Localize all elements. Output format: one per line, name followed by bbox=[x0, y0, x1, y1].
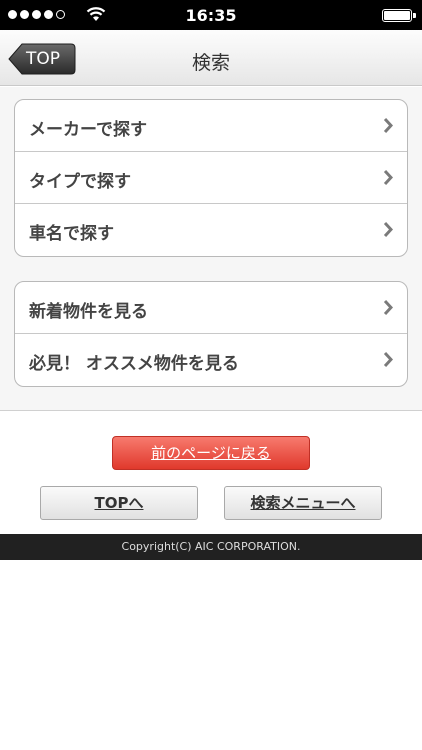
menu-item-recommended-listings[interactable]: 必見！ オススメ物件を見る bbox=[15, 334, 407, 386]
menu-item-label: 車名で探す bbox=[29, 224, 114, 244]
prev-page-button[interactable]: 前のページに戻る bbox=[112, 436, 310, 470]
status-time: 16:35 bbox=[185, 6, 237, 25]
menu-item-new-listings[interactable]: 新着物件を見る bbox=[15, 282, 407, 334]
search-menu-area: メーカーで探す タイプで探す 車名で探す 新着物件を見る 必見！ オススメ物件を… bbox=[0, 87, 422, 411]
menu-item-label: 必見！ オススメ物件を見る bbox=[29, 354, 239, 374]
menu-item-search-by-car-name[interactable]: 車名で探す bbox=[15, 204, 407, 256]
chevron-right-icon bbox=[383, 169, 393, 186]
menu-item-search-by-type[interactable]: タイプで探す bbox=[15, 152, 407, 204]
chevron-right-icon bbox=[383, 351, 393, 368]
top-button[interactable]: TOPへ bbox=[40, 486, 198, 520]
chevron-right-icon bbox=[383, 117, 393, 134]
battery-level bbox=[384, 11, 410, 20]
menu-item-label: メーカーで探す bbox=[29, 120, 147, 140]
status-bar: 16:35 bbox=[0, 0, 422, 30]
page-title: 検索 bbox=[191, 52, 230, 74]
chevron-right-icon bbox=[383, 221, 393, 238]
battery-tip bbox=[413, 13, 416, 18]
battery-icon bbox=[382, 9, 412, 22]
search-menu-button[interactable]: 検索メニューへ bbox=[224, 486, 382, 520]
footer-copyright: Copyright(C) AIC CORPORATION. bbox=[0, 534, 422, 560]
chevron-right-icon bbox=[383, 299, 393, 316]
menu-item-search-by-maker[interactable]: メーカーで探す bbox=[15, 100, 407, 152]
menu-item-label: タイプで探す bbox=[29, 172, 131, 192]
menu-item-label: 新着物件を見る bbox=[29, 302, 148, 322]
navigation-bar: TOP 検索 bbox=[0, 30, 422, 86]
listing-options-group: 新着物件を見る 必見！ オススメ物件を見る bbox=[14, 281, 408, 387]
search-options-group: メーカーで探す タイプで探す 車名で探す bbox=[14, 99, 408, 257]
